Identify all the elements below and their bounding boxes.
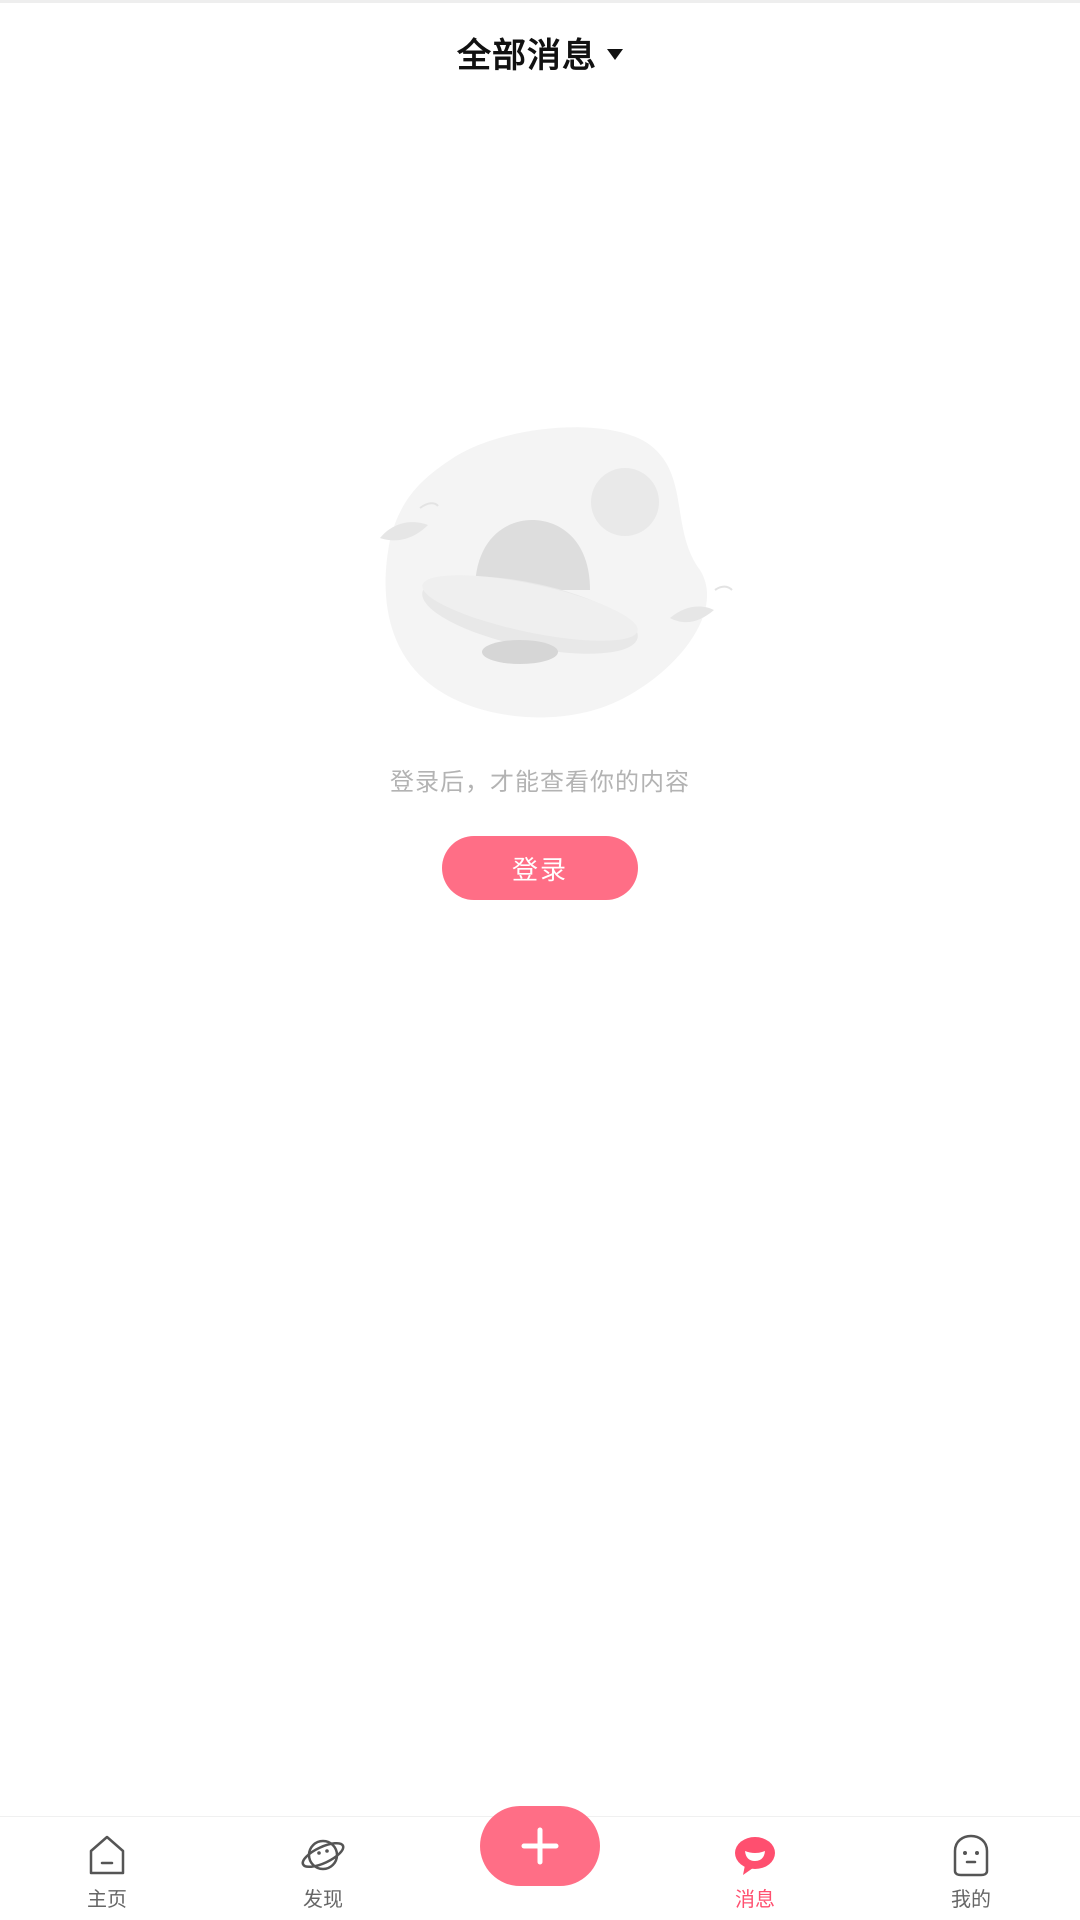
tab-home[interactable]: 主页 xyxy=(52,1817,162,1920)
messages-page: 全部消息 登录后，才能查看你的内容 登录 主页 发现 消息 我的 xyxy=(0,0,1080,1920)
tab-mine-label: 我的 xyxy=(951,1887,991,1911)
planet-icon xyxy=(301,1839,345,1871)
tab-messages[interactable]: 消息 xyxy=(700,1817,810,1920)
tab-home-label: 主页 xyxy=(87,1887,127,1911)
tab-mine[interactable]: 我的 xyxy=(916,1817,1026,1920)
tab-discover-label: 发现 xyxy=(303,1887,343,1911)
ghost-face-icon xyxy=(953,1834,989,1877)
tab-discover[interactable]: 发现 xyxy=(268,1817,378,1920)
tab-messages-label: 消息 xyxy=(735,1887,775,1911)
chat-bubble-icon xyxy=(735,1837,775,1875)
add-post-button[interactable] xyxy=(480,1806,600,1886)
plus-icon xyxy=(521,1827,559,1865)
page-title: 全部消息 xyxy=(457,35,597,76)
login-button[interactable]: 登录 xyxy=(442,836,638,900)
home-icon xyxy=(89,1835,125,1875)
message-filter-dropdown[interactable]: 全部消息 xyxy=(457,28,623,77)
caret-down-icon xyxy=(607,48,623,60)
ufo-planet-illustration xyxy=(380,427,733,718)
login-hint-text: 登录后，才能查看你的内容 xyxy=(390,768,690,796)
header: 全部消息 xyxy=(0,0,1080,104)
